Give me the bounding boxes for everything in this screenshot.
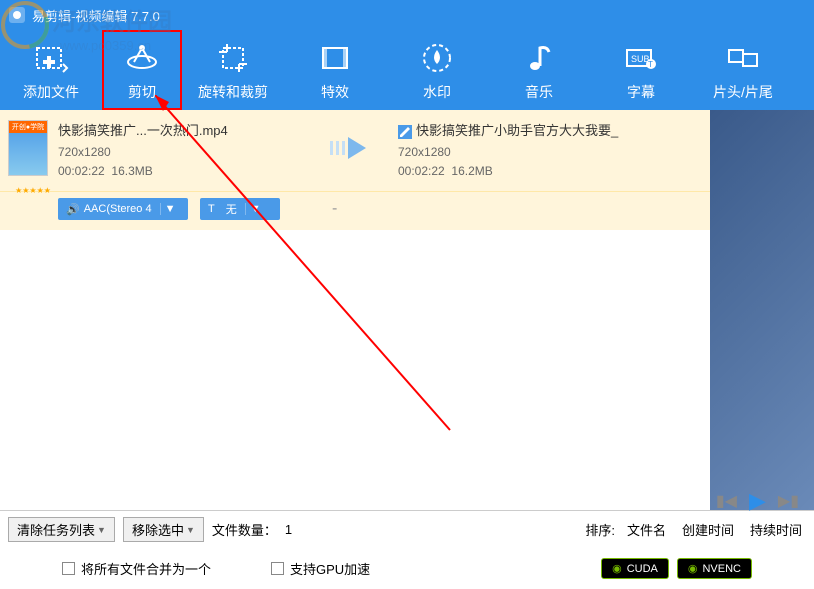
dash-placeholder: - — [292, 200, 337, 218]
output-filename: 快影搞笑推广小助手官方大大我要_ — [416, 123, 618, 138]
svg-text:T: T — [648, 60, 653, 69]
toolbar-label: 字幕 — [627, 82, 655, 102]
input-duration: 00:02:22 — [58, 164, 105, 178]
app-logo-icon — [8, 6, 26, 24]
remove-selected-button[interactable]: 移除选中▼ — [123, 517, 204, 542]
sort-by-duration[interactable]: 持续时间 — [746, 520, 806, 539]
checkbox-icon — [271, 562, 284, 575]
watermark-button[interactable]: 水印 — [386, 30, 488, 110]
toolbar-label: 音乐 — [525, 82, 553, 102]
param-row: 🔊AAC(Stereo 4 ▼ T 无 ▼ - — [0, 192, 710, 230]
playback-controls: ▮◀ ▶ ▶▮ — [716, 488, 799, 514]
clips-icon — [725, 38, 761, 78]
toolbar-label: 剪切 — [128, 82, 156, 102]
input-resolution: 720x1280 — [58, 143, 318, 162]
crop-icon — [215, 38, 251, 78]
file-count-value: 1 — [285, 522, 292, 537]
toolbar-label: 特效 — [321, 82, 349, 102]
file-count-label: 文件数量： — [212, 520, 277, 539]
rating-stars: ★★★★★ — [8, 186, 58, 195]
output-resolution: 720x1280 — [398, 143, 702, 162]
sort-by-created[interactable]: 创建时间 — [678, 520, 738, 539]
prev-button[interactable]: ▮◀ — [716, 491, 737, 511]
app-title: 易剪辑-视频编辑 7.7.0 — [32, 6, 160, 25]
edit-icon[interactable] — [398, 125, 412, 139]
text-icon: T — [208, 203, 215, 215]
input-filename: 快影搞笑推广...一次热门.mp4 — [58, 120, 318, 139]
merge-all-checkbox[interactable]: 将所有文件合并为一个 — [62, 559, 211, 578]
sort-by-name[interactable]: 文件名 — [623, 520, 670, 539]
convert-arrow-icon — [328, 133, 378, 168]
audio-codec-dropdown[interactable]: 🔊AAC(Stereo 4 ▼ — [58, 198, 188, 220]
sort-label: 排序: — [585, 520, 615, 539]
thumb-badge: 开创●学院 — [9, 121, 47, 133]
preview-thumbnail — [710, 110, 814, 510]
film-icon — [317, 38, 353, 78]
chevron-down-icon: ▼ — [245, 203, 265, 215]
subtitle-icon: SUBT — [623, 38, 659, 78]
play-button[interactable]: ▶ — [749, 488, 766, 514]
nvidia-icon: ◉ — [688, 562, 698, 575]
cuda-badge: ◉CUDA — [601, 558, 669, 579]
music-button[interactable]: 音乐 — [488, 30, 590, 110]
titlebar: 易剪辑-视频编辑 7.7.0 — [0, 0, 814, 30]
toolbar-label: 添加文件 — [23, 82, 79, 102]
chevron-down-icon: ▼ — [160, 203, 180, 215]
chevron-down-icon: ▼ — [97, 525, 106, 535]
effects-button[interactable]: 特效 — [284, 30, 386, 110]
file-row[interactable]: 开创●学院 ★★★★★ 快影搞笑推广...一次热门.mp4 720x1280 0… — [0, 110, 710, 192]
checkbox-icon — [62, 562, 75, 575]
subtitle-button[interactable]: SUBT 字幕 — [590, 30, 692, 110]
file-list: 开创●学院 ★★★★★ 快影搞笑推广...一次热门.mp4 720x1280 0… — [0, 110, 710, 510]
cut-button[interactable]: 剪切 — [102, 30, 182, 110]
nvidia-icon: ◉ — [612, 562, 622, 575]
gpu-accel-checkbox[interactable]: 支持GPU加速 — [271, 559, 370, 578]
speaker-icon: 🔊 — [66, 203, 80, 216]
toolbar: 添加文件 剪切 旋转和裁剪 特效 水印 音乐 SUBT 字幕 — [0, 30, 814, 110]
options-bar: 将所有文件合并为一个 支持GPU加速 ◉CUDA ◉NVENC — [0, 548, 814, 589]
clear-list-button[interactable]: 清除任务列表▼ — [8, 517, 115, 542]
preview-panel — [710, 110, 814, 510]
toolbar-label: 水印 — [423, 82, 451, 102]
chevron-down-icon: ▼ — [186, 525, 195, 535]
toolbar-label: 片头/片尾 — [713, 82, 773, 102]
next-button[interactable]: ▶▮ — [778, 491, 799, 511]
output-size: 16.2MB — [451, 164, 492, 178]
input-size: 16.3MB — [111, 164, 152, 178]
add-file-button[interactable]: 添加文件 — [0, 30, 102, 110]
intro-outro-button[interactable]: 片头/片尾 — [692, 30, 794, 110]
rotate-crop-button[interactable]: 旋转和裁剪 — [182, 30, 284, 110]
toolbar-label: 旋转和裁剪 — [198, 82, 268, 102]
music-icon — [521, 38, 557, 78]
file-thumbnail: 开创●学院 — [8, 120, 48, 176]
output-duration: 00:02:22 — [398, 164, 445, 178]
add-icon — [33, 38, 69, 78]
watermark-icon — [419, 38, 455, 78]
nvenc-badge: ◉NVENC — [677, 558, 752, 579]
cut-icon — [124, 38, 160, 78]
bottom-bar: 清除任务列表▼ 移除选中▼ 文件数量： 1 排序: 文件名 创建时间 持续时间 — [0, 510, 814, 548]
subtitle-dropdown[interactable]: T 无 ▼ — [200, 198, 280, 220]
